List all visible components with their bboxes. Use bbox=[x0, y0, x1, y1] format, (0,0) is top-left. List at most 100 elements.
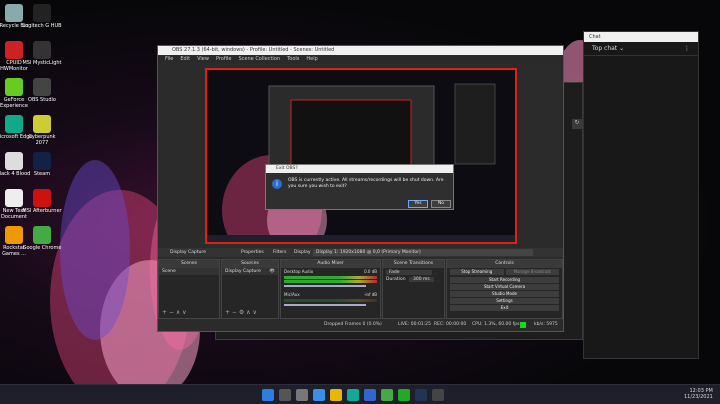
desktop-icon-label: OBS Studio bbox=[28, 97, 56, 103]
steam-icon[interactable] bbox=[415, 389, 427, 401]
desktop-icon[interactable]: Steam bbox=[22, 152, 62, 177]
volume-slider[interactable] bbox=[284, 304, 366, 306]
studio-mode-button[interactable]: Studio Mode bbox=[450, 291, 559, 297]
menu-item[interactable]: Edit bbox=[180, 56, 190, 62]
file-explorer-icon[interactable] bbox=[330, 389, 342, 401]
mixer-header: Audio Mixer bbox=[281, 260, 380, 268]
desktop-icon[interactable]: OBS Studio bbox=[22, 78, 62, 103]
eye-icon[interactable]: 👁 bbox=[269, 269, 275, 274]
info-icon: i bbox=[272, 179, 282, 189]
desktop-icon-label: Cyberpunk 2077 bbox=[28, 134, 56, 146]
app-icon bbox=[33, 115, 51, 133]
scene-buttons[interactable]: + − ∧ ∨ bbox=[162, 309, 187, 316]
edge-icon[interactable] bbox=[347, 389, 359, 401]
app-icon bbox=[33, 78, 51, 96]
menu-item[interactable]: Tools bbox=[287, 56, 299, 62]
duration-input[interactable]: 300 ms bbox=[408, 277, 434, 282]
source-buttons[interactable]: + − ⚙ ∧ ∨ bbox=[225, 309, 257, 316]
scenes-dock: Scenes Scene + − ∧ ∨ bbox=[158, 259, 220, 319]
desktop-icon[interactable]: Logitech G HUB bbox=[22, 4, 62, 29]
app-icon bbox=[5, 152, 23, 170]
menu-item[interactable]: Profile bbox=[216, 56, 232, 62]
live-status: LIVE: 00:01:25 bbox=[398, 322, 431, 327]
desktop-icon[interactable]: Cyberpunk 2077 bbox=[22, 115, 62, 146]
start-icon[interactable] bbox=[262, 389, 274, 401]
exit-button[interactable]: Exit bbox=[450, 305, 559, 311]
settings-button[interactable]: Settings bbox=[450, 298, 559, 304]
menu-item[interactable]: File bbox=[165, 56, 173, 62]
duration-label: Duration bbox=[386, 277, 406, 282]
app-icon bbox=[5, 41, 23, 59]
mixer-track-mic: Mic/Aux -inf dB bbox=[281, 291, 380, 298]
chat-header[interactable]: Top chat ⌄ ⋮ bbox=[584, 42, 698, 56]
store-icon[interactable] bbox=[364, 389, 376, 401]
preview-canvas[interactable] bbox=[205, 68, 517, 244]
volume-meter bbox=[284, 299, 377, 302]
task-view-icon[interactable] bbox=[296, 389, 308, 401]
desktop-icon-label: Logitech G HUB bbox=[22, 23, 62, 29]
manage-broadcast-button[interactable]: Manage Broadcast bbox=[505, 269, 559, 275]
volume-meter bbox=[284, 280, 377, 283]
display-select[interactable]: Display 1: 1920x1080 @ 0,0 (Primary Moni… bbox=[313, 249, 533, 256]
rec-status: REC: 00:00:00 bbox=[434, 322, 467, 327]
stream-health-indicator bbox=[520, 322, 526, 328]
properties-button[interactable]: Properties bbox=[241, 248, 264, 257]
app-icon bbox=[5, 226, 23, 244]
stop-streaming-button[interactable]: Stop Streaming bbox=[450, 269, 504, 275]
obs-titlebar: OBS 27.1.3 (64-bit, windows) - Profile: … bbox=[158, 46, 563, 55]
refresh-icon[interactable]: ↻ bbox=[572, 119, 582, 129]
source-item[interactable]: Display Capture 👁 bbox=[222, 268, 278, 275]
clock[interactable]: 12:03 PM 11/23/2021 bbox=[684, 388, 713, 400]
xbox-icon[interactable] bbox=[398, 389, 410, 401]
dropped-frames: Dropped Frames 0 (0.0%) bbox=[324, 322, 382, 327]
chat-titlebar: Chat bbox=[584, 32, 698, 42]
app-icon bbox=[33, 226, 51, 244]
status-bar: Dropped Frames 0 (0.0%) LIVE: 00:01:25 R… bbox=[158, 320, 563, 330]
app-icon bbox=[5, 78, 23, 96]
obs-menubar: File Edit View Profile Scene Collection Tools… bbox=[158, 55, 563, 63]
chrome-icon[interactable] bbox=[381, 389, 393, 401]
filters-button[interactable]: Filters bbox=[273, 248, 287, 257]
volume-meter bbox=[284, 276, 377, 279]
chat-window[interactable]: Chat Top chat ⌄ ⋮ bbox=[583, 31, 699, 359]
desktop-icon-label: MSI MysticLight bbox=[22, 60, 62, 66]
transitions-dock: Scene Transitions Fade Duration 300 ms bbox=[382, 259, 445, 319]
desktop-icon[interactable]: Google Chrome bbox=[22, 226, 62, 251]
mixer-track-desktop: Desktop Audio 0.0 dB bbox=[281, 268, 380, 275]
track-db: 0.0 dB bbox=[364, 269, 377, 274]
track-db: -inf dB bbox=[363, 292, 377, 297]
app-icon bbox=[33, 4, 51, 22]
obs-taskbar-icon[interactable] bbox=[432, 389, 444, 401]
menu-item[interactable]: Scene Collection bbox=[238, 56, 280, 62]
desktop-icon[interactable]: MSI MysticLight bbox=[22, 41, 62, 66]
source-name: Display Capture bbox=[170, 250, 206, 255]
search-icon[interactable] bbox=[279, 389, 291, 401]
duration-row: Duration 300 ms bbox=[383, 277, 444, 282]
more-icon[interactable]: ⋮ bbox=[684, 42, 690, 56]
exit-dialog[interactable]: Exit OBS? i OBS is currently active. All… bbox=[265, 164, 454, 210]
menu-item[interactable]: Help bbox=[306, 56, 317, 62]
app-icon bbox=[33, 41, 51, 59]
scenes-header: Scenes bbox=[159, 260, 219, 268]
widgets-icon[interactable] bbox=[313, 389, 325, 401]
sources-dock: Sources Display Capture 👁 + − ⚙ ∧ ∨ bbox=[221, 259, 279, 319]
yes-button[interactable]: Yes bbox=[408, 200, 428, 208]
cpu-status: CPU: 1.3%, 60.00 fps bbox=[472, 322, 520, 327]
start-recording-button[interactable]: Start Recording bbox=[450, 277, 559, 283]
dialog-message: OBS is currently active. All streams/rec… bbox=[288, 178, 444, 189]
transition-select[interactable]: Fade bbox=[386, 270, 432, 275]
scene-item[interactable]: Scene bbox=[159, 268, 219, 275]
menu-item[interactable]: View bbox=[197, 56, 209, 62]
dialog-titlebar: Exit OBS? bbox=[266, 165, 453, 173]
volume-slider[interactable] bbox=[284, 285, 366, 287]
no-button[interactable]: No bbox=[431, 200, 451, 208]
track-name: Mic/Aux bbox=[284, 292, 300, 297]
top-chat-label: Top chat bbox=[592, 45, 618, 52]
controls-dock: Controls Stop Streaming Manage Broadcast… bbox=[446, 259, 563, 319]
desktop-icon[interactable]: MSI Afterburner bbox=[22, 189, 62, 214]
preview-nested-capture bbox=[207, 70, 515, 242]
display-label: Display bbox=[294, 250, 311, 255]
start-virtual-camera-button[interactable]: Start Virtual Camera bbox=[450, 284, 559, 290]
clock-date: 11/23/2021 bbox=[684, 394, 713, 400]
source-toolbar: Display Capture Properties Filters Displ… bbox=[158, 248, 563, 257]
